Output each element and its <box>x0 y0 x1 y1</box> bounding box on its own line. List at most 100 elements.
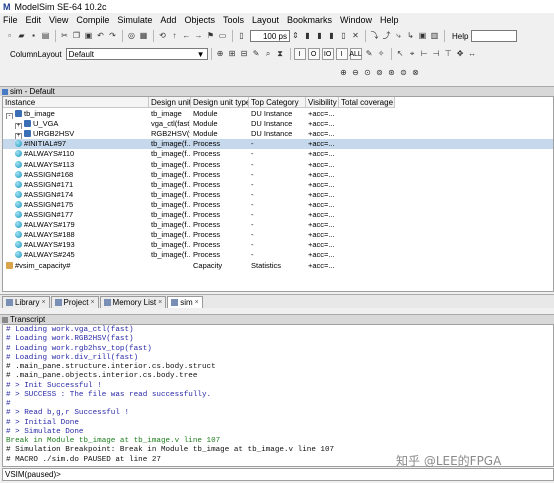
tab-library[interactable]: Library × <box>2 296 50 308</box>
menu-compile[interactable]: Compile <box>76 15 109 25</box>
column-header-design-unit[interactable]: Design unit <box>149 97 191 108</box>
column-layout-select[interactable]: Default ▼ <box>65 48 208 60</box>
command-prompt[interactable]: VSIM(paused)> <box>2 468 554 481</box>
run-all-icon[interactable]: ▮ <box>326 31 337 42</box>
save-icon[interactable]: ▪ <box>28 31 39 42</box>
filter-icon[interactable]: ⧗ <box>275 49 286 60</box>
table-row[interactable]: + URGB2HSV RGB2HSV(fast)Module DU Instance +… <box>3 129 553 140</box>
collapse-icon[interactable]: - <box>6 113 13 119</box>
menu-tools[interactable]: Tools <box>223 15 244 25</box>
transcript-output[interactable]: # Loading work.vga_ctl(fast) # Loading wo… <box>2 324 554 467</box>
copy-icon[interactable]: ❐ <box>71 31 82 42</box>
pencil-icon[interactable]: ✎ <box>364 49 375 60</box>
menu-help[interactable]: Help <box>380 15 399 25</box>
find-icon[interactable]: ◎ <box>126 31 137 42</box>
add-dataflow-icon[interactable]: ⊟ <box>239 49 250 60</box>
zoom-mode-icon[interactable]: ⊗ <box>410 67 421 78</box>
forward-arrow-icon[interactable]: → <box>193 31 204 42</box>
table-row[interactable]: - tb_image tb_image Module DU Instance +acc=.… <box>3 109 553 119</box>
zoom-last-icon[interactable]: ⊜ <box>398 67 409 78</box>
add-list-icon[interactable]: ⊞ <box>227 49 238 60</box>
cursor-move-icon[interactable]: ✥ <box>455 49 466 60</box>
performance-icon[interactable]: ▣ <box>417 31 428 42</box>
edit-icon[interactable]: ✎ <box>251 49 262 60</box>
menu-add[interactable]: Add <box>160 15 176 25</box>
all-filter-button[interactable]: ALL <box>349 48 362 60</box>
table-row[interactable]: #ASSIGN#168 tb_image(f... Process - +acc=... <box>3 170 553 180</box>
redo-icon[interactable]: ↷ <box>107 31 118 42</box>
step-icon[interactable]: ⤵ <box>369 31 380 42</box>
table-row[interactable]: #ASSIGN#177 tb_image(f... Process - +acc=... <box>3 210 553 220</box>
step-over-icon[interactable]: ⤴ <box>381 31 392 42</box>
table-row[interactable]: #ALWAYS#113 tb_image(f... Process - +acc=... <box>3 160 553 170</box>
column-header-visibility[interactable]: Visibility <box>306 97 339 108</box>
compile-icon[interactable]: ▦ <box>138 31 149 42</box>
restart-icon[interactable]: ⟲ <box>157 31 168 42</box>
layout-icon[interactable]: ▭ <box>217 31 228 42</box>
undo-icon[interactable]: ↶ <box>95 31 106 42</box>
menu-simulate[interactable]: Simulate <box>117 15 152 25</box>
table-row[interactable]: #vsim_capacity# Capacity Statistics +acc=..… <box>3 261 553 271</box>
tab-sim[interactable]: sim × <box>167 296 203 308</box>
menu-objects[interactable]: Objects <box>184 15 215 25</box>
print-icon[interactable]: ▤ <box>40 31 51 42</box>
menu-layout[interactable]: Layout <box>252 15 279 25</box>
wand-icon[interactable]: ✧ <box>376 49 387 60</box>
internal-filter-button[interactable]: I <box>335 48 348 60</box>
column-header-top-category[interactable]: Top Category <box>249 97 306 108</box>
column-header-instance[interactable]: Instance <box>3 97 149 108</box>
menu-edit[interactable]: Edit <box>26 15 42 25</box>
back-arrow-icon[interactable]: ← <box>181 31 192 42</box>
menu-window[interactable]: Window <box>340 15 372 25</box>
select-pointer-icon[interactable]: ↖ <box>395 49 406 60</box>
zoom-out-icon[interactable]: ⊖ <box>350 67 361 78</box>
stop-icon[interactable]: ✕ <box>350 31 361 42</box>
spin-icon[interactable]: ⇕ <box>290 31 301 42</box>
table-row[interactable]: #INITIAL#97 tb_image(f... Process - +acc=... <box>3 139 553 150</box>
table-row[interactable]: #ALWAYS#110 tb_image(f... Process - +acc=... <box>3 149 553 159</box>
memory-icon[interactable]: ▥ <box>429 31 440 42</box>
expand-icon[interactable]: + <box>15 123 22 130</box>
column-header-design-unit-type[interactable]: Design unit type <box>191 97 249 108</box>
output-filter-button[interactable]: O <box>307 48 320 60</box>
paste-icon[interactable]: ▣ <box>83 31 94 42</box>
menu-view[interactable]: View <box>49 15 68 25</box>
run-continue-icon[interactable]: ▮ <box>314 31 325 42</box>
run-length-icon[interactable]: ▮ <box>302 31 313 42</box>
cut-icon[interactable]: ✂ <box>59 31 70 42</box>
input-filter-button[interactable]: I <box>293 48 306 60</box>
column-header-total-coverage[interactable]: Total coverage <box>339 97 395 108</box>
zoom-in-icon[interactable]: ⊕ <box>338 67 349 78</box>
insert-cursor-icon[interactable]: ⊢ <box>419 49 430 60</box>
zoom-cursor-icon[interactable]: ⊚ <box>374 67 385 78</box>
menu-file[interactable]: File <box>3 15 18 25</box>
table-row[interactable]: #ALWAYS#188 tb_image(f... Process - +acc=... <box>3 230 553 240</box>
tab-project[interactable]: Project × <box>50 296 99 308</box>
zoom-range-icon[interactable]: ⊛ <box>386 67 397 78</box>
open-folder-icon[interactable]: ▰ <box>16 31 27 42</box>
delete-cursor-icon[interactable]: ⊣ <box>431 49 442 60</box>
run-icon[interactable]: ▯ <box>236 31 247 42</box>
break-icon[interactable]: ▯ <box>338 31 349 42</box>
run-length-field[interactable]: 100 ps <box>250 30 290 42</box>
expand-icon[interactable]: ↔ <box>467 49 478 60</box>
expand-icon[interactable]: + <box>15 133 22 140</box>
bookmark-icon[interactable]: ⚑ <box>205 31 216 42</box>
find-text-icon[interactable]: ⌕ <box>263 49 274 60</box>
close-icon[interactable]: × <box>90 297 94 308</box>
menu-bookmarks[interactable]: Bookmarks <box>287 15 332 25</box>
close-icon[interactable]: × <box>158 297 162 308</box>
table-row[interactable]: #ALWAYS#193 tb_image(f... Process - +acc=... <box>3 240 553 250</box>
tab-memory-list[interactable]: Memory List × <box>99 296 167 308</box>
table-row[interactable]: #ASSIGN#171 tb_image(f... Process - +acc=... <box>3 180 553 190</box>
table-row[interactable]: + U_VGA vga_ctl(fast) Module DU Instance +acc… <box>3 119 553 130</box>
help-search-input[interactable] <box>471 30 518 42</box>
new-file-icon[interactable]: ▫ <box>4 31 15 42</box>
table-row[interactable]: #ASSIGN#174 tb_image(f... Process - +acc=... <box>3 190 553 200</box>
step-up-icon[interactable]: ↑ <box>169 31 180 42</box>
zoom-full-icon[interactable]: ⊙ <box>362 67 373 78</box>
inout-filter-button[interactable]: IO <box>321 48 334 60</box>
close-icon[interactable]: × <box>195 297 199 308</box>
table-row[interactable]: #ALWAYS#179 tb_image(f... Process - +acc=... <box>3 220 553 230</box>
zoom-pointer-icon[interactable]: ⌖ <box>407 49 418 60</box>
